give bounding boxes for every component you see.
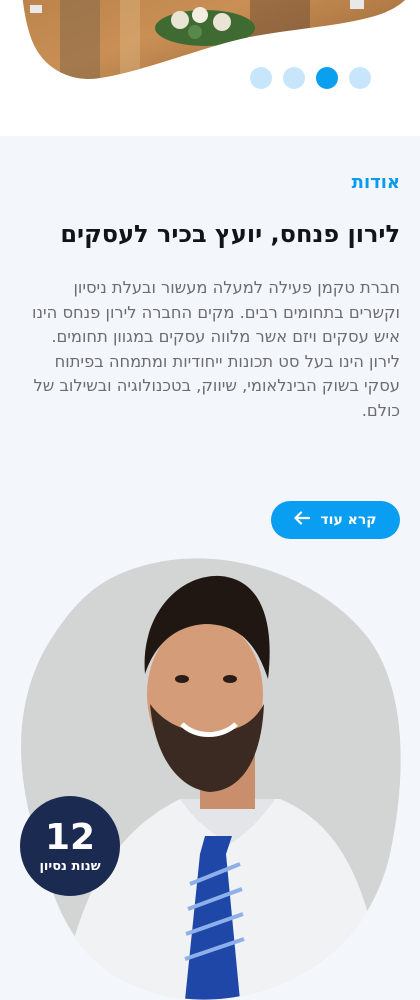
carousel-dots	[250, 67, 371, 89]
hero-slider	[0, 0, 420, 136]
experience-years: 12	[44, 816, 96, 858]
carousel-dot-1[interactable]	[250, 67, 272, 89]
portrait-image	[21, 558, 401, 1000]
about-paragraph: חברת טקמן פעילה למעלה מעשור ובעלת ניסיון…	[18, 276, 400, 423]
section-title: לירון פנחס, יועץ בכיר לעסקים	[60, 220, 400, 248]
section-eyebrow: אודות	[351, 172, 400, 193]
read-more-label: קרא עוד	[320, 512, 377, 528]
experience-badge: 12 שנות נסיון	[20, 796, 120, 896]
arrow-left-icon	[294, 511, 311, 529]
about-paragraph-text: חברת טקמן פעילה למעלה מעשור ובעלת ניסיון…	[32, 278, 400, 420]
carousel-dot-3[interactable]	[316, 67, 338, 89]
about-section: אודות לירון פנחס, יועץ בכיר לעסקים חברת …	[0, 136, 420, 1000]
read-more-button[interactable]: קרא עוד	[271, 501, 400, 539]
carousel-dot-2[interactable]	[283, 67, 305, 89]
experience-label: שנות נסיון	[39, 858, 101, 874]
carousel-dot-4[interactable]	[349, 67, 371, 89]
